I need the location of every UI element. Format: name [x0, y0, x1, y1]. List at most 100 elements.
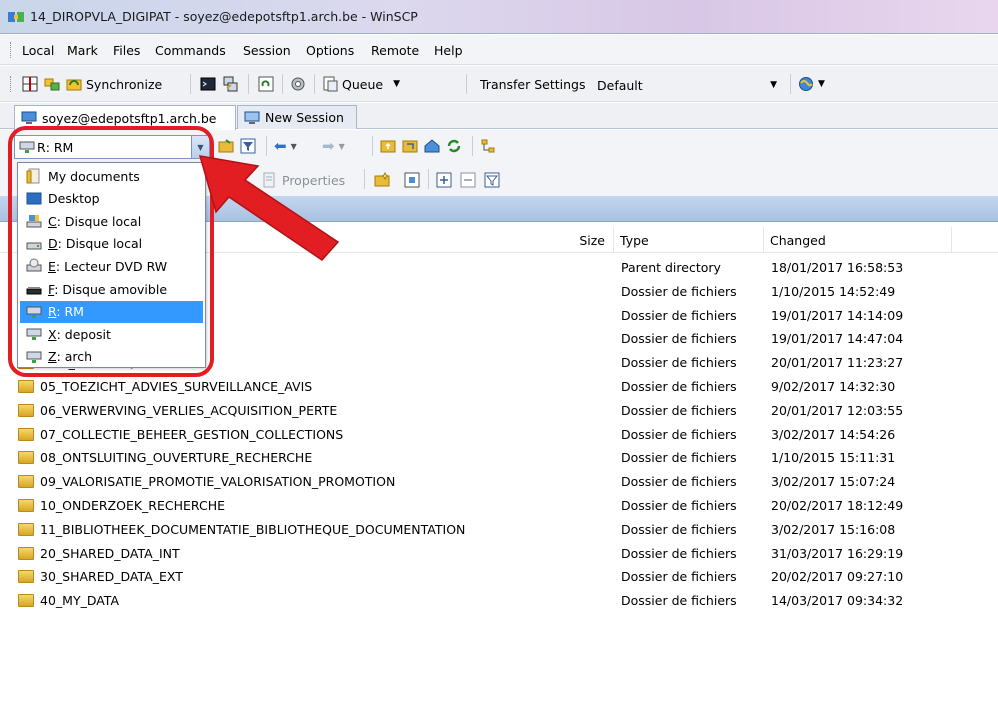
preferences-button[interactable]: [290, 73, 306, 95]
column-type[interactable]: Type: [614, 227, 764, 253]
table-row[interactable]: 06_VERWERVING_VERLIES_ACQUISITION_PERTE D…: [0, 399, 998, 423]
unselect-files-button[interactable]: [460, 169, 476, 191]
add-to-queue-button[interactable]: [404, 169, 420, 191]
drive-option[interactable]: F: Disque amovible: [20, 278, 203, 300]
table-row[interactable]: 20_SHARED_DATA_INT Dossier de fichiers 31/…: [0, 542, 998, 566]
transfer-settings-label: Transfer Settings: [480, 77, 586, 92]
table-row[interactable]: 11_BIBLIOTHEEK_DOCUMENTATIE_BIBLIOTHEQUE…: [0, 518, 998, 542]
file-changed: 20/01/2017 11:23:27: [771, 355, 904, 371]
folder-icon: [18, 546, 34, 560]
title-bar: 14_DIROPVLA_DIGIPAT - soyez@edepotsftp1.…: [0, 0, 998, 34]
file-type: Dossier de fichiers: [621, 593, 737, 609]
table-row[interactable]: 07_COLLECTIE_BEHEER_GESTION_COLLECTIONS D…: [0, 423, 998, 447]
select-files-button[interactable]: [436, 169, 452, 191]
transfer-settings-value: Default: [597, 77, 643, 93]
file-type: Dossier de fichiers: [621, 450, 737, 466]
folder-icon: [18, 570, 34, 584]
folder-icon: [18, 594, 34, 608]
toolbar-separator: [372, 136, 373, 156]
drive-option-label: Z: arch: [48, 349, 93, 365]
transfer-settings-select[interactable]: Default ▼: [597, 75, 781, 95]
drive-option[interactable]: E: Lecteur DVD RW: [20, 255, 203, 277]
menu-files[interactable]: Files: [113, 43, 140, 58]
file-type: Dossier de fichiers: [621, 283, 737, 299]
drive-option[interactable]: Z: arch: [20, 346, 203, 368]
chevron-down-icon: ▼: [197, 142, 204, 152]
session-tabs: soyez@edepotsftp1.arch.be New Session: [0, 103, 998, 130]
table-row[interactable]: 09_VALORISATIE_PROMOTIE_VALORISATION_PRO…: [0, 470, 998, 494]
synchronize-label: Synchronize: [86, 76, 163, 92]
terminal-icon: [200, 77, 216, 91]
queue-button[interactable]: Queue ▼: [322, 73, 400, 95]
toolbar-separator: [466, 74, 467, 94]
table-row[interactable]: 40_MY_DATA Dossier de fichiers 14/03/2017 …: [0, 589, 998, 613]
drive-option[interactable]: R: RM: [20, 300, 203, 323]
drive-option[interactable]: D: Disque local: [20, 233, 203, 255]
file-name-cell: 10_ONDERZOEK_RECHERCHE: [18, 498, 225, 513]
tab-label: soyez@edepotsftp1.arch.be: [42, 110, 217, 126]
file-type: Dossier de fichiers: [621, 331, 737, 347]
menu-mark[interactable]: Mark: [67, 43, 98, 58]
folder-up-icon: [380, 140, 396, 153]
column-changed[interactable]: Changed: [764, 227, 952, 253]
menu-remote[interactable]: Remote: [371, 43, 419, 58]
tab-label: New Session: [265, 110, 344, 125]
queue-add-icon: [404, 172, 420, 188]
table-row[interactable]: 05_TOEZICHT_ADVIES_SURVEILLANCE_AVIS Doss…: [0, 375, 998, 399]
file-name-cell: 08_ONTSLUITING_OUVERTURE_RECHERCHE: [18, 450, 312, 465]
refresh-button[interactable]: [446, 135, 462, 157]
table-row[interactable]: 08_ONTSLUITING_OUVERTURE_RECHERCHE Dossie…: [0, 446, 998, 470]
folder-root-icon: [402, 140, 418, 153]
parent-directory-button[interactable]: [380, 135, 396, 157]
synchronize-button[interactable]: Synchronize: [66, 73, 162, 95]
toolbar-separator: [790, 74, 791, 94]
window-title: 14_DIROPVLA_DIGIPAT - soyez@edepotsftp1.…: [30, 9, 418, 24]
drive-option-label: D: Disque local: [48, 236, 143, 252]
putty-button[interactable]: [222, 73, 238, 95]
file-changed: 3/02/2017 14:54:26: [771, 426, 896, 442]
filter-select-button[interactable]: [484, 169, 500, 191]
file-type: Dossier de fichiers: [621, 355, 737, 371]
tab-current-session[interactable]: soyez@edepotsftp1.arch.be: [14, 105, 236, 130]
tab-new-session[interactable]: New Session: [237, 105, 357, 129]
transfer-presets-button[interactable]: ▼: [798, 73, 825, 95]
drive-option[interactable]: C: Disque local: [20, 210, 203, 232]
menu-local[interactable]: Local: [22, 43, 54, 58]
drive-option-label: F: Disque amovible: [48, 281, 168, 297]
menu-options[interactable]: Options: [306, 43, 354, 58]
refresh-view-button[interactable]: [258, 73, 274, 95]
hard-drive-icon: [26, 242, 42, 250]
file-name-cell: 20_SHARED_DATA_INT: [18, 546, 180, 561]
open-terminal-button[interactable]: [200, 73, 216, 95]
drive-option-label: R: RM: [48, 304, 84, 320]
create-directory-button[interactable]: [374, 169, 390, 191]
menu-help[interactable]: Help: [434, 43, 463, 58]
file-changed: 9/02/2017 14:32:30: [771, 379, 896, 394]
file-changed: 19/01/2017 14:47:04: [771, 331, 904, 347]
new-session-icon: [244, 111, 260, 124]
file-name-cell: 40_MY_DATA: [18, 593, 119, 608]
file-type: Dossier de fichiers: [621, 474, 737, 490]
root-directory-button[interactable]: [402, 135, 418, 157]
putty-icon: [223, 76, 238, 92]
menu-bar: Local Mark Files Commands Session Option…: [0, 35, 998, 65]
drive-dropdown-list: My documents Desktop C: Disque local D: Dis…: [17, 162, 206, 368]
home-directory-button[interactable]: [424, 135, 440, 157]
synchronize-browsing-button[interactable]: [44, 73, 60, 95]
menu-commands[interactable]: Commands: [155, 43, 226, 58]
table-row[interactable]: 30_SHARED_DATA_EXT Dossier de fichiers 20/…: [0, 565, 998, 589]
drive-option[interactable]: My documents: [20, 165, 203, 187]
network-drive-icon: [26, 306, 42, 318]
drive-option[interactable]: Desktop: [20, 188, 203, 210]
monitor-icon: [21, 111, 37, 124]
drive-option[interactable]: X: deposit: [20, 323, 203, 345]
drive-select[interactable]: R: RM ▼: [14, 135, 210, 159]
chevron-down-icon: ▼: [770, 80, 777, 90]
file-name: 11_BIBLIOTHEEK_DOCUMENTATIE_BIBLIOTHEQUE…: [40, 521, 466, 537]
menu-session[interactable]: Session: [243, 43, 291, 58]
table-row[interactable]: 10_ONDERZOEK_RECHERCHE Dossier de fichier…: [0, 494, 998, 518]
compare-directories-button[interactable]: [22, 73, 38, 95]
system-drive-icon: [26, 215, 42, 228]
file-type: Dossier de fichiers: [621, 402, 737, 418]
find-files-button[interactable]: [480, 135, 496, 157]
